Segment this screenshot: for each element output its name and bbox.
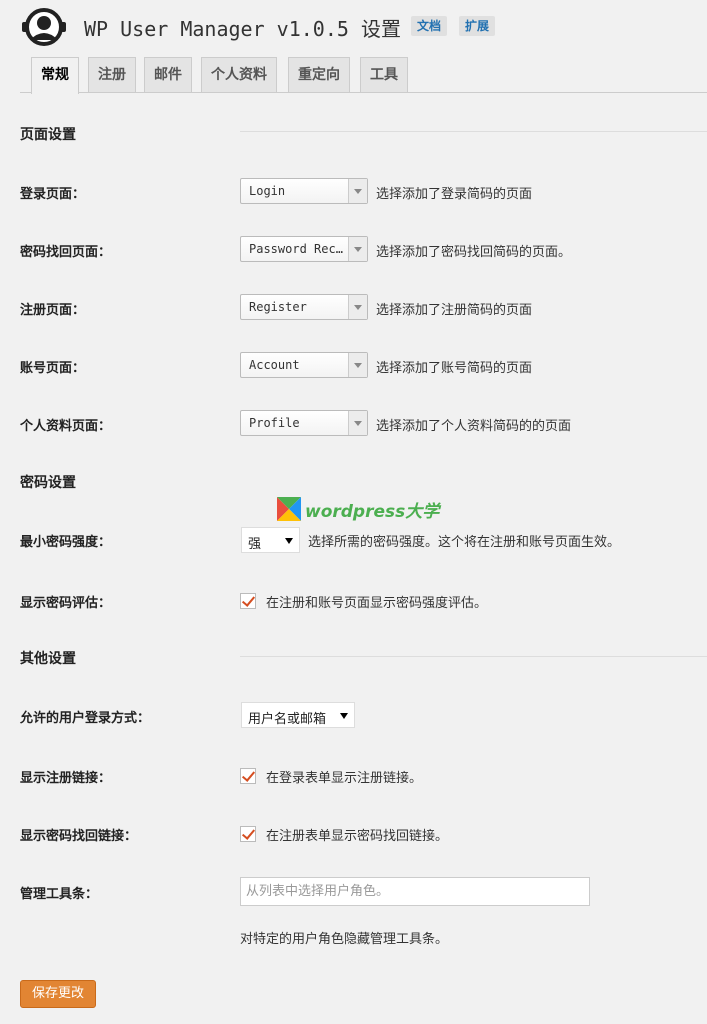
register-page-value: Register [249,300,307,314]
show-register-link-label: 显示注册链接： [20,771,112,786]
section-divider [240,131,707,132]
login-page-desc: 选择添加了登录简码的页面 [376,187,533,202]
account-page-label: 账号页面： [20,361,86,376]
tab-registration[interactable]: 注册 [88,57,136,92]
docs-button[interactable]: 文档 [411,16,448,36]
password-recovery-page-desc: 选择添加了密码找回简码的页面。 [376,245,572,260]
caret-down-icon [340,713,348,719]
admin-bar-label: 管理工具条： [20,887,99,902]
section-title-other: 其他设置 [20,651,76,667]
login-page-select[interactable]: Login [240,178,368,204]
login-page-label: 登录页面： [20,187,86,202]
min-password-strength-desc: 选择所需的密码强度。这个将在注册和账号页面生效。 [308,535,621,550]
page-title: WP User Manager v1.0.5 设置 [84,17,401,41]
chevron-down-icon [348,237,367,261]
chevron-down-icon [348,295,367,319]
chevron-down-icon [348,179,367,203]
plugin-logo-icon [22,8,66,46]
addons-button[interactable]: 扩展 [459,16,496,36]
password-recovery-page-select[interactable]: Password Recovery [240,236,368,262]
show-password-meter-text: 在注册和账号页面显示密码强度评估。 [266,596,488,611]
login-method-value: 用户名或邮箱 [248,712,327,727]
show-register-link-text: 在登录表单显示注册链接。 [266,771,423,786]
account-page-desc: 选择添加了账号简码的页面 [376,361,533,376]
register-page-select[interactable]: Register [240,294,368,320]
show-password-meter-checkbox[interactable] [240,593,256,609]
password-recovery-page-value: Password Recovery [249,242,345,256]
show-password-meter-label: 显示密码评估： [20,596,112,611]
login-method-select[interactable]: 用户名或邮箱 [241,702,355,728]
show-recovery-link-label: 显示密码找回链接： [20,829,138,844]
caret-down-icon [285,538,293,544]
tab-emails[interactable]: 邮件 [144,57,192,92]
login-method-label: 允许的用户登录方式： [20,711,151,726]
tab-tools[interactable]: 工具 [360,57,408,92]
profile-page-value: Profile [249,416,300,430]
admin-bar-desc: 对特定的用户角色隐藏管理工具条。 [240,932,449,947]
profile-page-desc: 选择添加了个人资料简码的的页面 [376,419,572,434]
watermark-text: wordpress大学 [305,502,440,522]
save-changes-button[interactable]: 保存更改 [20,980,97,1008]
tab-general[interactable]: 常规 [31,57,79,94]
min-password-strength-label: 最小密码强度： [20,535,112,550]
admin-bar-roles-input[interactable] [240,877,590,906]
account-page-value: Account [249,358,300,372]
min-password-strength-value: 强 [248,537,262,552]
register-page-desc: 选择添加了注册简码的页面 [376,303,533,318]
show-recovery-link-checkbox[interactable] [240,826,256,842]
checkmark-icon [241,768,256,782]
checkmark-icon [241,826,256,840]
min-password-strength-select[interactable]: 强 [241,527,300,553]
checkmark-icon [241,593,256,607]
login-page-value: Login [249,184,286,198]
section-title-pages: 页面设置 [20,127,76,143]
chevron-down-icon [348,411,367,435]
register-page-label: 注册页面： [20,303,86,318]
profile-page-label: 个人资料页面： [20,419,112,434]
account-page-select[interactable]: Account [240,352,368,378]
chevron-down-icon [348,353,367,377]
wordpress-daxue-logo-icon [277,497,301,521]
password-recovery-page-label: 密码找回页面： [20,245,112,260]
section-divider [240,656,707,657]
tab-redirects[interactable]: 重定向 [288,57,350,92]
show-recovery-link-text: 在注册表单显示密码找回链接。 [266,829,449,844]
section-title-password: 密码设置 [20,475,76,491]
show-register-link-checkbox[interactable] [240,768,256,784]
profile-page-select[interactable]: Profile [240,410,368,436]
tab-profiles[interactable]: 个人资料 [201,57,277,92]
